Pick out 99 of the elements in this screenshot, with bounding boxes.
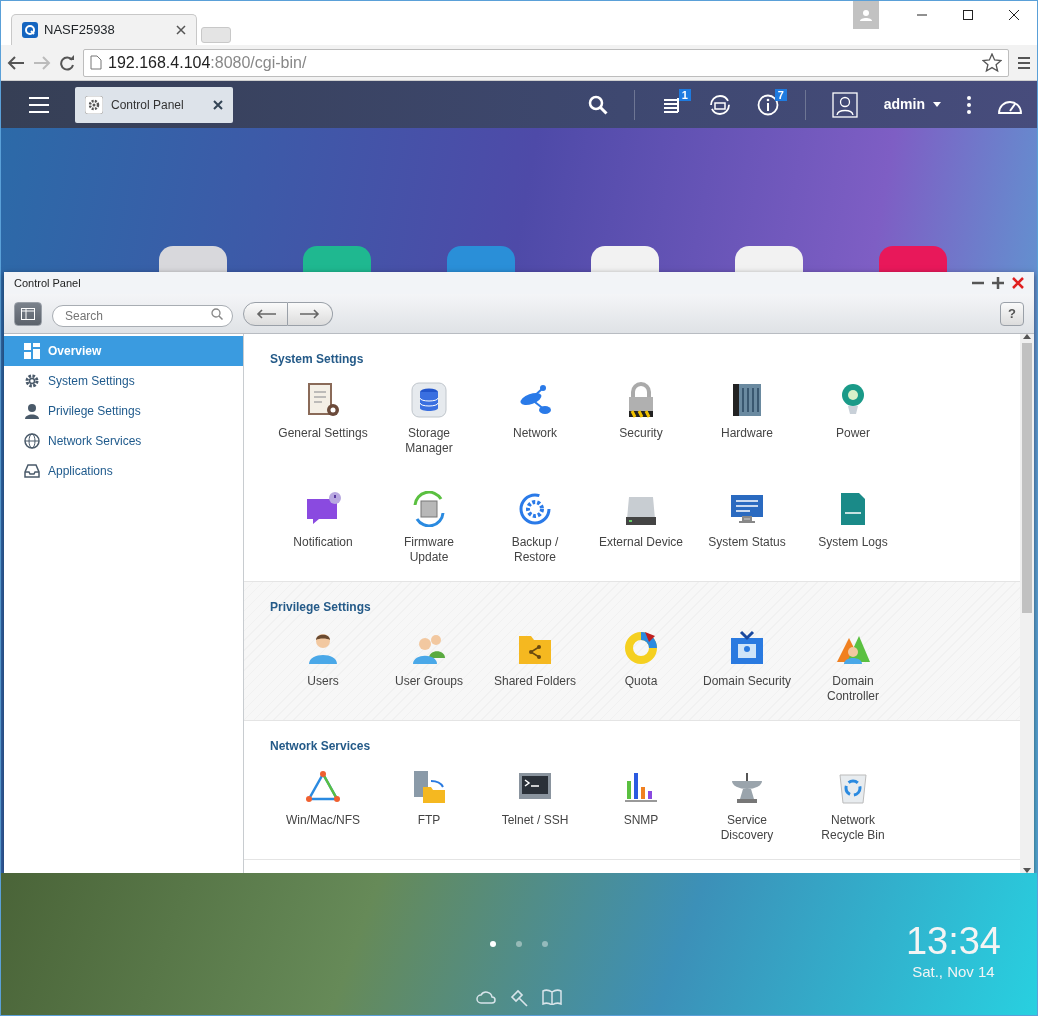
notification-badge: 1	[678, 88, 691, 101]
app-label[interactable]: Network Recycle Bin	[821, 813, 885, 843]
app-label[interactable]: Power	[836, 426, 870, 441]
maximize-icon[interactable]	[992, 277, 1004, 289]
sidebar-item[interactable]: Network Services	[4, 426, 243, 456]
globe-icon	[24, 433, 40, 449]
scroll-up-arrow-icon[interactable]	[1023, 334, 1031, 339]
app-label[interactable]: System Logs	[818, 535, 888, 550]
app-tile[interactable]	[159, 246, 227, 272]
scroll-down-arrow-icon[interactable]	[1023, 868, 1031, 873]
app-label[interactable]: Quota	[624, 674, 658, 689]
gear-refresh-icon[interactable]	[517, 491, 553, 527]
star-icon[interactable]	[982, 52, 1002, 73]
cloud-icon[interactable]	[476, 989, 496, 1005]
app-label[interactable]: Service Discovery	[720, 813, 774, 843]
back-arrow-icon[interactable]	[7, 54, 25, 71]
triangle-nodes-icon[interactable]	[305, 769, 341, 805]
app-label[interactable]: Notification	[293, 535, 353, 550]
app-label[interactable]: Shared Folders	[493, 674, 576, 689]
maximize-icon[interactable]	[962, 9, 974, 21]
app-label[interactable]: Hardware	[721, 426, 773, 441]
gear-icon	[85, 95, 103, 114]
sidebar-item[interactable]: Privilege Settings	[4, 396, 243, 426]
page-dot[interactable]	[542, 941, 548, 947]
reload-icon[interactable]	[59, 54, 75, 71]
app-label[interactable]: Firmware Update	[404, 535, 454, 565]
person-icon	[24, 403, 40, 419]
page-dot[interactable]	[516, 941, 522, 947]
app-label[interactable]: SNMP	[623, 813, 659, 828]
panel-layout-icon	[21, 307, 35, 320]
url-text: 192.168.4.104:8080/cgi-bin/	[108, 52, 307, 73]
back-button[interactable]	[243, 301, 288, 326]
close-icon[interactable]	[213, 99, 223, 110]
donut-chart-icon[interactable]	[623, 630, 659, 666]
tab-title: NASF25938	[44, 21, 116, 40]
notification-badge: 7	[774, 88, 787, 101]
app-label[interactable]: Security	[619, 426, 663, 441]
clipboard-gear-icon[interactable]	[305, 382, 341, 418]
app-label[interactable]: Backup / Restore	[511, 535, 559, 565]
page-dot[interactable]	[490, 941, 496, 947]
user-icon[interactable]	[831, 91, 858, 118]
app-tile[interactable]	[879, 246, 947, 272]
app-tile[interactable]	[591, 246, 659, 272]
search-icon[interactable]	[587, 94, 608, 115]
app-label[interactable]: External Device	[598, 535, 683, 550]
menu-icon[interactable]	[1017, 55, 1031, 70]
help-button[interactable]: ?	[1000, 301, 1024, 326]
server-folder-icon[interactable]	[411, 769, 447, 805]
app-label[interactable]: Users	[307, 674, 339, 689]
app-label[interactable]: Win/Mac/NFS	[286, 813, 360, 828]
app-label[interactable]: FTP	[417, 813, 441, 828]
app-tile[interactable]	[447, 246, 515, 272]
speech-bubble-icon[interactable]	[305, 491, 341, 527]
clock-time: 13:34	[905, 921, 1001, 961]
section-title: System Settings	[270, 351, 365, 368]
page-icon	[90, 55, 102, 70]
app-label[interactable]: User Groups	[395, 674, 463, 689]
sidebar-item[interactable]: System Settings	[4, 366, 243, 396]
person-icon	[860, 9, 872, 21]
left-arrow-icon	[255, 308, 276, 319]
clock-date: Sat., Nov 14	[911, 962, 996, 982]
search-field[interactable]: Search	[52, 304, 233, 327]
section-title: Privilege Settings	[270, 599, 372, 616]
browser-tab[interactable]: NASF25938	[11, 14, 197, 45]
search-icon	[211, 307, 223, 320]
caret-icon	[933, 102, 941, 107]
close-icon[interactable]	[176, 25, 186, 35]
chip-refresh-icon[interactable]	[411, 491, 447, 527]
sidebar-toggle-button[interactable]	[14, 301, 42, 326]
app-label[interactable]: Telnet / SSH	[501, 813, 569, 828]
app-label[interactable]: Domain Controller	[827, 674, 879, 704]
book-icon[interactable]	[542, 989, 562, 1005]
forward-button[interactable]	[288, 301, 333, 326]
sync-icon[interactable]	[708, 93, 731, 116]
user-menu[interactable]: admin	[883, 94, 941, 115]
grid-icon	[24, 343, 40, 359]
app-label[interactable]: General Settings	[278, 426, 368, 441]
scrollbar-thumb[interactable]	[1022, 343, 1032, 613]
address-field[interactable]: 192.168.4.104:8080/cgi-bin/	[83, 48, 1009, 77]
more-options-icon[interactable]	[967, 95, 971, 114]
app-tile[interactable]	[735, 246, 803, 272]
app-label[interactable]: System Status	[708, 535, 786, 550]
info-icon[interactable]	[756, 93, 779, 116]
window-title: Control Panel	[14, 275, 82, 291]
section-title: Network Services	[270, 738, 372, 755]
app-label[interactable]: Network	[513, 426, 557, 441]
hammer-icon[interactable]	[510, 989, 528, 1007]
close-icon[interactable]	[1008, 9, 1020, 21]
app-tile[interactable]	[303, 246, 371, 272]
gear-icon	[24, 373, 40, 389]
inbox-tray-icon	[24, 463, 40, 479]
database-icon[interactable]	[411, 382, 447, 418]
app-label[interactable]: Domain Security	[703, 674, 791, 689]
sidebar-item[interactable]: Applications	[4, 456, 243, 486]
id-card-icon[interactable]	[729, 630, 765, 666]
right-arrow-icon	[300, 308, 320, 319]
app-label[interactable]: Storage Manager	[405, 426, 453, 456]
site-logo-icon	[22, 22, 38, 38]
app-tab[interactable]: Control Panel	[75, 86, 233, 123]
